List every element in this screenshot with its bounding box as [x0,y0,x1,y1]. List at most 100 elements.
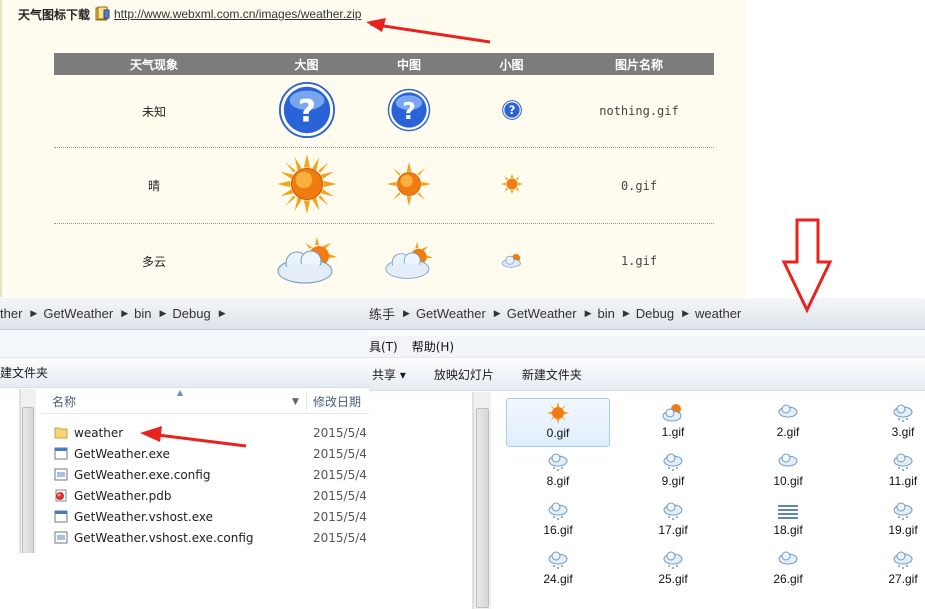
menu-help[interactable]: 帮助(H) [412,338,454,355]
col-filename: 图片名称 [614,57,663,72]
file-date: 2015/5/4 [313,530,367,545]
menu-tools[interactable]: 具(T) [369,338,398,355]
breadcrumb-item[interactable]: GetWeather [416,306,486,321]
file-date: 2015/5/4 [313,446,367,461]
pdb-file-icon [55,489,67,502]
file-name: GetWeather.exe.config [74,467,211,482]
weather-name: 未知 [141,104,166,119]
file-row[interactable]: GetWeather.exe.config 2015/5/4 [42,464,370,485]
chevron-right-icon[interactable]: ▶ [682,308,689,319]
column-name-header[interactable]: 名称 [42,393,292,410]
gif-file-item[interactable]: 3.gif [851,398,925,447]
weather-gif-icon [548,502,568,520]
new-folder-button[interactable]: 建文件夹 [0,364,48,381]
svg-text:?: ? [402,96,416,124]
gif-file-name: 8.gif [546,474,570,488]
file-row-weather-folder[interactable]: weather 2015/5/4 [42,422,370,443]
navigation-pane[interactable] [369,392,473,609]
config-file-icon [54,468,68,481]
sun-icon [386,161,432,207]
gif-file-name: 11.gif [888,474,918,488]
gif-file-item[interactable]: 2.gif [736,398,840,447]
config-file-icon [54,531,68,544]
file-name: GetWeather.pdb [74,488,172,503]
gif-file-name: 16.gif [543,523,573,537]
gif-file-item[interactable]: 0.gif [506,398,610,447]
chevron-right-icon[interactable]: ▶ [403,308,410,319]
breadcrumb-item[interactable]: GetWeather [507,306,577,321]
scrollbar-thumb[interactable] [22,407,34,553]
gif-file-item[interactable]: 9.gif [621,447,725,496]
file-row[interactable]: GetWeather.pdb 2015/5/4 [42,485,370,506]
breadcrumb-item[interactable]: bin [134,306,151,321]
navigation-pane[interactable] [0,389,20,553]
gif-file-name: 24.gif [543,572,573,586]
nav-scrollbar[interactable] [473,392,491,609]
chevron-right-icon[interactable]: ▶ [585,308,592,319]
file-date: 2015/5/4 [313,509,367,524]
chevron-right-icon[interactable]: ▶ [30,308,37,319]
weather-gif-icon [893,502,913,520]
gif-file-item[interactable]: 18.gif [736,496,840,545]
nav-scrollbar[interactable] [20,389,36,553]
gif-file-item[interactable]: 8.gif [506,447,610,496]
gif-file-name: 9.gif [661,474,685,488]
share-button[interactable]: 共享 ▾ [372,366,406,383]
gif-file-name: 27.gif [888,572,918,586]
gif-file-name: 1.gif [661,425,685,439]
slideshow-button[interactable]: 放映幻灯片 [434,366,494,383]
chevron-right-icon[interactable]: ▶ [623,308,630,319]
gif-file-item[interactable]: 19.gif [851,496,925,545]
gif-file-item[interactable]: 17.gif [621,496,725,545]
gif-file-item[interactable]: 10.gif [736,447,840,496]
column-date-header[interactable]: 修改日期 [306,393,361,410]
cloudy-icon [277,236,337,283]
gif-file-item[interactable]: 26.gif [736,545,840,594]
breadcrumb: ther ▶ GetWeather ▶ bin ▶ Debug ▶ [0,298,370,330]
breadcrumb-item[interactable]: Debug [172,306,210,321]
gif-file-item[interactable]: 11.gif [851,447,925,496]
breadcrumb-item[interactable]: Debug [636,306,674,321]
new-folder-button[interactable]: 新建文件夹 [522,366,582,383]
file-date: 2015/5/4 [313,425,367,440]
file-row[interactable]: GetWeather.exe 2015/5/4 [42,443,370,464]
gif-file-name: 0.gif [546,426,570,440]
chevron-right-icon[interactable]: ▶ [121,308,128,319]
weather-gif-icon [893,404,913,422]
page-title: 天气图标下载 [18,8,91,22]
cloudy-icon [385,241,433,279]
col-weather: 天气现象 [129,57,178,72]
weather-icon-table: 天气现象 大图 中图 小图 图片名称 未知 ? ? ? nothing.gif … [54,53,714,297]
gif-file-name: 3.gif [891,425,915,439]
chevron-down-icon[interactable]: ▼ [292,397,299,407]
table-header: 天气现象 大图 中图 小图 图片名称 [54,53,714,75]
chevron-right-icon[interactable]: ▶ [219,308,226,319]
file-name: 0.gif [620,178,658,193]
folder-icon [54,427,68,439]
gif-file-item[interactable]: 16.gif [506,496,610,545]
gif-file-item[interactable]: 25.gif [621,545,725,594]
explorer-window-debug: ther ▶ GetWeather ▶ bin ▶ Debug ▶ 建文件夹 名… [0,298,370,553]
breadcrumb-item[interactable]: weather [695,306,741,321]
file-row[interactable]: GetWeather.vshost.exe.config 2015/5/4 [42,527,370,548]
gif-file-item[interactable]: 1.gif [621,398,725,447]
weather-zip-link[interactable]: http://www.webxml.com.cn/images/weather.… [114,7,361,21]
gif-file-item[interactable]: 24.gif [506,545,610,594]
weather-gif-icon [778,551,798,565]
weather-name: 多云 [141,254,166,269]
breadcrumb-item[interactable]: 练手 [369,304,395,323]
col-small: 小图 [499,57,524,72]
chevron-right-icon[interactable]: ▶ [494,308,501,319]
chevron-right-icon[interactable]: ▶ [159,308,166,319]
gif-file-item[interactable]: 27.gif [851,545,925,594]
menu-bar: 具(T) 帮助(H) [369,336,925,358]
gif-file-name: 26.gif [773,572,803,586]
sun-icon [547,402,569,424]
file-name: weather [74,425,124,440]
scrollbar-thumb[interactable] [476,408,489,608]
gif-file-name: 18.gif [773,523,803,537]
breadcrumb-item[interactable]: ther [0,306,22,321]
file-row[interactable]: GetWeather.vshost.exe 2015/5/4 [42,506,370,527]
breadcrumb-item[interactable]: bin [598,306,615,321]
breadcrumb-item[interactable]: GetWeather [43,306,113,321]
